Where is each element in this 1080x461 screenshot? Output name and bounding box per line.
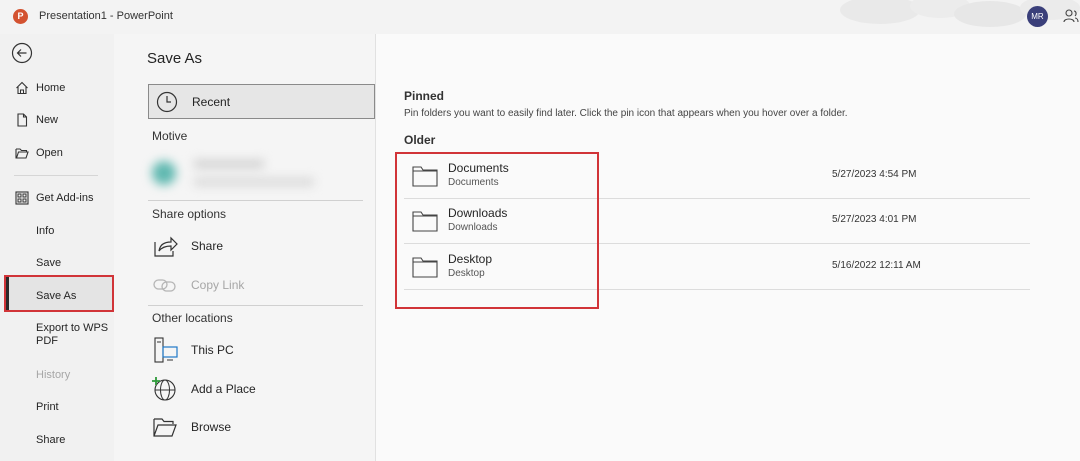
folders-highlight-annotation	[395, 152, 599, 309]
nav-save[interactable]: Save	[0, 249, 114, 277]
nav-print[interactable]: Print	[0, 393, 114, 421]
nav-new[interactable]: New	[0, 106, 114, 134]
copy-link-option: Copy Link	[150, 270, 350, 300]
nav-share-label: Share	[36, 434, 66, 446]
folder-date: 5/27/2023 4:01 PM	[832, 214, 917, 225]
nav-divider	[14, 175, 98, 176]
nav-share[interactable]: Share	[0, 426, 114, 454]
nav-export-line1: Export to WPS	[36, 322, 109, 334]
nav-open[interactable]: Open	[0, 139, 114, 167]
share-icon	[154, 236, 178, 257]
this-pc-label: This PC	[191, 343, 234, 357]
page-title: Save As	[147, 50, 203, 67]
link-icon	[153, 279, 176, 292]
recent-label: Recent	[192, 95, 231, 109]
section-divider	[148, 305, 363, 306]
nav-new-label: New	[36, 114, 59, 126]
pinned-description: Pin folders you want to easily find late…	[404, 108, 848, 119]
add-a-place-label: Add a Place	[191, 382, 256, 396]
other-locations-heading: Other locations	[152, 311, 233, 325]
add-ins-icon	[15, 191, 29, 205]
this-pc-option[interactable]: This PC	[150, 335, 350, 365]
older-heading: Older	[404, 133, 436, 147]
share-section-heading: Share options	[152, 207, 227, 221]
account-section-heading: Motive	[152, 129, 188, 143]
nav-save-as-label: Save As	[36, 290, 77, 302]
section-divider	[148, 200, 363, 201]
share-label: Share	[191, 239, 224, 253]
nav-export-wps-pdf[interactable]: Export to WPS PDF	[36, 322, 108, 348]
nav-export-line2: PDF	[36, 335, 58, 347]
folder-date: 5/27/2023 4:54 PM	[832, 169, 917, 180]
nav-home[interactable]: Home	[0, 74, 114, 102]
pinned-heading: Pinned	[404, 89, 445, 103]
browse-label: Browse	[191, 420, 232, 434]
nav-info[interactable]: Info	[0, 217, 114, 245]
copy-link-label: Copy Link	[191, 278, 245, 292]
nav-get-add-ins-label: Get Add-ins	[36, 192, 94, 204]
home-icon	[16, 81, 28, 95]
this-pc-icon	[154, 337, 178, 363]
nav-home-label: Home	[36, 82, 66, 94]
browse-option[interactable]: Browse	[150, 412, 350, 442]
user-avatar[interactable]: MR	[1027, 6, 1048, 27]
nav-save-label: Save	[36, 257, 62, 269]
clock-icon	[156, 91, 178, 113]
nav-history: History	[0, 361, 114, 389]
window-title: Presentation1 - PowerPoint	[39, 10, 173, 22]
browse-folder-icon	[153, 418, 177, 437]
blurred-account-item[interactable]	[148, 150, 328, 196]
nav-open-label: Open	[36, 147, 63, 159]
folder-date: 5/16/2022 12:11 AM	[832, 260, 921, 271]
add-place-icon	[152, 377, 176, 401]
recent-location[interactable]: Recent	[148, 84, 375, 119]
back-arrow-icon[interactable]	[11, 42, 33, 64]
nav-save-as[interactable]: Save As	[0, 282, 114, 310]
nav-history-label: History	[36, 369, 71, 381]
powerpoint-icon: P	[13, 9, 28, 24]
people-icon[interactable]	[1063, 8, 1079, 24]
nav-get-add-ins[interactable]: Get Add-ins	[0, 184, 114, 212]
add-a-place-option[interactable]: Add a Place	[150, 374, 350, 404]
nav-info-label: Info	[36, 225, 55, 237]
open-folder-icon	[15, 148, 29, 159]
share-option[interactable]: Share	[150, 231, 350, 261]
new-document-icon	[17, 113, 28, 127]
nav-print-label: Print	[36, 401, 59, 413]
